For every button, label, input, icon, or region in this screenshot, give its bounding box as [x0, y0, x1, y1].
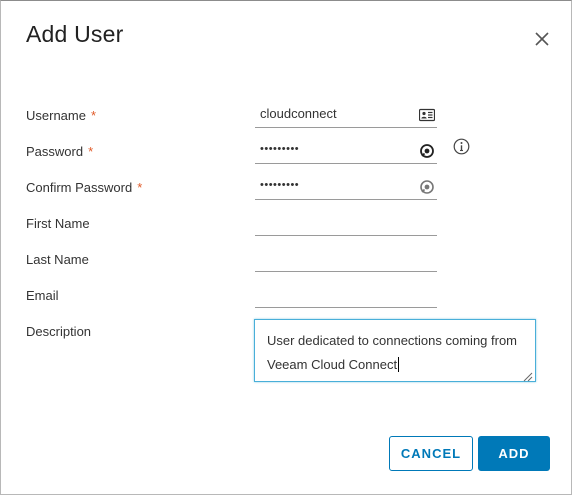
required-marker: *	[88, 144, 94, 159]
add-button[interactable]: ADD	[478, 436, 550, 471]
first-name-field-wrap	[255, 210, 437, 236]
username-label-text: Username	[26, 108, 86, 123]
description-label: Description	[26, 324, 92, 339]
email-field[interactable]	[260, 286, 410, 301]
confirm-password-label-text: Confirm Password	[26, 180, 133, 195]
contact-card-icon	[418, 107, 436, 123]
add-user-dialog: Add User Username * Password *	[0, 0, 572, 495]
confirm-password-label: Confirm Password *	[26, 180, 142, 195]
description-value: User dedicated to connections coming fro…	[267, 333, 518, 372]
password-label-text: Password	[26, 144, 84, 159]
last-name-field[interactable]	[260, 250, 410, 265]
confirm-password-field[interactable]	[260, 179, 410, 191]
password-field-wrap	[255, 138, 437, 164]
text-caret	[398, 357, 400, 372]
email-label: Email	[26, 288, 59, 303]
description-textarea[interactable]: User dedicated to connections coming fro…	[254, 319, 536, 382]
first-name-label: First Name	[26, 216, 90, 231]
password-field[interactable]	[260, 143, 410, 155]
cancel-button[interactable]: CANCEL	[389, 436, 473, 471]
password-reveal-icon[interactable]	[419, 179, 435, 195]
confirm-password-field-wrap	[255, 174, 437, 200]
description-text: User dedicated to connections coming fro…	[267, 329, 525, 377]
password-label: Password *	[26, 144, 93, 159]
resize-handle-icon[interactable]	[523, 369, 533, 382]
last-name-label: Last Name	[26, 252, 89, 267]
required-marker: *	[137, 180, 143, 195]
last-name-field-wrap	[255, 246, 437, 272]
email-field-wrap	[255, 282, 437, 308]
password-reveal-icon[interactable]	[419, 143, 435, 159]
username-field[interactable]	[260, 106, 410, 121]
first-name-field[interactable]	[260, 214, 410, 229]
info-icon[interactable]	[453, 138, 470, 155]
dialog-title: Add User	[26, 21, 124, 47]
close-icon[interactable]	[532, 29, 552, 49]
username-field-wrap	[255, 102, 437, 128]
required-marker: *	[90, 108, 97, 123]
username-label: Username *	[26, 108, 96, 123]
